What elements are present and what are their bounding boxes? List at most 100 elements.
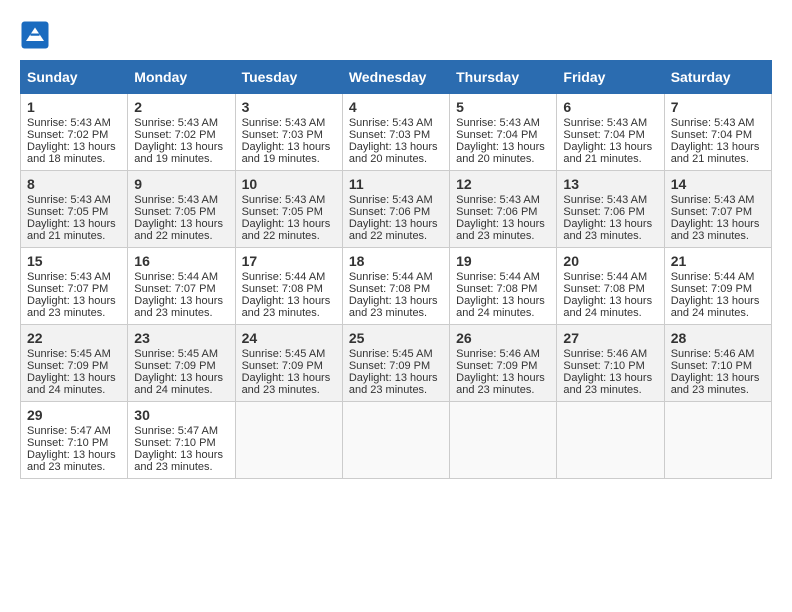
day-header-tuesday: Tuesday	[235, 61, 342, 94]
sunset-label: Sunset: 7:04 PM	[456, 129, 537, 141]
calendar-week-row: 15 Sunrise: 5:43 AM Sunset: 7:07 PM Dayl…	[21, 248, 772, 325]
daylight-label: Daylight: 13 hours and 22 minutes.	[134, 218, 223, 242]
day-header-sunday: Sunday	[21, 61, 128, 94]
sunrise-label: Sunrise: 5:44 AM	[671, 271, 755, 283]
sunrise-label: Sunrise: 5:45 AM	[134, 348, 218, 360]
calendar-cell: 8 Sunrise: 5:43 AM Sunset: 7:05 PM Dayli…	[21, 171, 128, 248]
day-number: 3	[242, 99, 336, 115]
sunset-label: Sunset: 7:07 PM	[134, 283, 215, 295]
daylight-label: Daylight: 13 hours and 24 minutes.	[563, 295, 652, 319]
calendar-cell: 6 Sunrise: 5:43 AM Sunset: 7:04 PM Dayli…	[557, 94, 664, 171]
sunset-label: Sunset: 7:02 PM	[134, 129, 215, 141]
calendar-cell: 5 Sunrise: 5:43 AM Sunset: 7:04 PM Dayli…	[450, 94, 557, 171]
sunrise-label: Sunrise: 5:43 AM	[134, 194, 218, 206]
daylight-label: Daylight: 13 hours and 21 minutes.	[27, 218, 116, 242]
sunset-label: Sunset: 7:09 PM	[671, 283, 752, 295]
day-number: 17	[242, 253, 336, 269]
sunset-label: Sunset: 7:10 PM	[563, 360, 644, 372]
calendar-cell: 22 Sunrise: 5:45 AM Sunset: 7:09 PM Dayl…	[21, 325, 128, 402]
sunrise-label: Sunrise: 5:43 AM	[242, 117, 326, 129]
calendar-week-row: 8 Sunrise: 5:43 AM Sunset: 7:05 PM Dayli…	[21, 171, 772, 248]
calendar-cell: 24 Sunrise: 5:45 AM Sunset: 7:09 PM Dayl…	[235, 325, 342, 402]
sunrise-label: Sunrise: 5:44 AM	[349, 271, 433, 283]
calendar-cell: 2 Sunrise: 5:43 AM Sunset: 7:02 PM Dayli…	[128, 94, 235, 171]
sunrise-label: Sunrise: 5:43 AM	[242, 194, 326, 206]
day-number: 1	[27, 99, 121, 115]
sunrise-label: Sunrise: 5:44 AM	[134, 271, 218, 283]
day-number: 4	[349, 99, 443, 115]
sunrise-label: Sunrise: 5:43 AM	[671, 194, 755, 206]
calendar-cell: 12 Sunrise: 5:43 AM Sunset: 7:06 PM Dayl…	[450, 171, 557, 248]
sunset-label: Sunset: 7:10 PM	[134, 437, 215, 449]
daylight-label: Daylight: 13 hours and 23 minutes.	[242, 372, 331, 396]
day-number: 14	[671, 176, 765, 192]
daylight-label: Daylight: 13 hours and 24 minutes.	[134, 372, 223, 396]
calendar-week-row: 29 Sunrise: 5:47 AM Sunset: 7:10 PM Dayl…	[21, 402, 772, 479]
calendar-cell: 16 Sunrise: 5:44 AM Sunset: 7:07 PM Dayl…	[128, 248, 235, 325]
calendar-body: 1 Sunrise: 5:43 AM Sunset: 7:02 PM Dayli…	[21, 94, 772, 479]
day-number: 16	[134, 253, 228, 269]
daylight-label: Daylight: 13 hours and 19 minutes.	[134, 141, 223, 165]
calendar-cell: 1 Sunrise: 5:43 AM Sunset: 7:02 PM Dayli…	[21, 94, 128, 171]
sunrise-label: Sunrise: 5:43 AM	[349, 117, 433, 129]
daylight-label: Daylight: 13 hours and 23 minutes.	[27, 295, 116, 319]
sunset-label: Sunset: 7:06 PM	[563, 206, 644, 218]
daylight-label: Daylight: 13 hours and 21 minutes.	[563, 141, 652, 165]
sunrise-label: Sunrise: 5:46 AM	[456, 348, 540, 360]
day-number: 25	[349, 330, 443, 346]
day-number: 21	[671, 253, 765, 269]
sunset-label: Sunset: 7:10 PM	[27, 437, 108, 449]
sunset-label: Sunset: 7:02 PM	[27, 129, 108, 141]
sunrise-label: Sunrise: 5:43 AM	[134, 117, 218, 129]
sunset-label: Sunset: 7:04 PM	[563, 129, 644, 141]
sunset-label: Sunset: 7:08 PM	[349, 283, 430, 295]
calendar-cell: 9 Sunrise: 5:43 AM Sunset: 7:05 PM Dayli…	[128, 171, 235, 248]
day-header-thursday: Thursday	[450, 61, 557, 94]
sunset-label: Sunset: 7:05 PM	[27, 206, 108, 218]
day-number: 19	[456, 253, 550, 269]
day-header-monday: Monday	[128, 61, 235, 94]
daylight-label: Daylight: 13 hours and 23 minutes.	[563, 218, 652, 242]
sunset-label: Sunset: 7:03 PM	[349, 129, 430, 141]
calendar-cell: 28 Sunrise: 5:46 AM Sunset: 7:10 PM Dayl…	[664, 325, 771, 402]
sunrise-label: Sunrise: 5:46 AM	[563, 348, 647, 360]
daylight-label: Daylight: 13 hours and 19 minutes.	[242, 141, 331, 165]
daylight-label: Daylight: 13 hours and 22 minutes.	[242, 218, 331, 242]
calendar-cell: 7 Sunrise: 5:43 AM Sunset: 7:04 PM Dayli…	[664, 94, 771, 171]
page-header	[20, 20, 772, 50]
calendar-cell	[235, 402, 342, 479]
calendar-table: SundayMondayTuesdayWednesdayThursdayFrid…	[20, 60, 772, 479]
sunset-label: Sunset: 7:05 PM	[242, 206, 323, 218]
daylight-label: Daylight: 13 hours and 18 minutes.	[27, 141, 116, 165]
day-number: 10	[242, 176, 336, 192]
calendar-cell: 18 Sunrise: 5:44 AM Sunset: 7:08 PM Dayl…	[342, 248, 449, 325]
calendar-cell: 23 Sunrise: 5:45 AM Sunset: 7:09 PM Dayl…	[128, 325, 235, 402]
daylight-label: Daylight: 13 hours and 23 minutes.	[671, 218, 760, 242]
day-number: 27	[563, 330, 657, 346]
day-number: 12	[456, 176, 550, 192]
sunrise-label: Sunrise: 5:43 AM	[456, 194, 540, 206]
daylight-label: Daylight: 13 hours and 23 minutes.	[671, 372, 760, 396]
sunset-label: Sunset: 7:09 PM	[134, 360, 215, 372]
calendar-header-row: SundayMondayTuesdayWednesdayThursdayFrid…	[21, 61, 772, 94]
sunrise-label: Sunrise: 5:44 AM	[456, 271, 540, 283]
day-header-friday: Friday	[557, 61, 664, 94]
daylight-label: Daylight: 13 hours and 23 minutes.	[456, 372, 545, 396]
calendar-week-row: 22 Sunrise: 5:45 AM Sunset: 7:09 PM Dayl…	[21, 325, 772, 402]
sunset-label: Sunset: 7:09 PM	[456, 360, 537, 372]
day-number: 2	[134, 99, 228, 115]
day-header-wednesday: Wednesday	[342, 61, 449, 94]
daylight-label: Daylight: 13 hours and 23 minutes.	[134, 449, 223, 473]
sunset-label: Sunset: 7:07 PM	[671, 206, 752, 218]
day-number: 20	[563, 253, 657, 269]
sunset-label: Sunset: 7:03 PM	[242, 129, 323, 141]
day-number: 24	[242, 330, 336, 346]
sunrise-label: Sunrise: 5:43 AM	[671, 117, 755, 129]
sunset-label: Sunset: 7:08 PM	[242, 283, 323, 295]
calendar-cell: 13 Sunrise: 5:43 AM Sunset: 7:06 PM Dayl…	[557, 171, 664, 248]
sunset-label: Sunset: 7:09 PM	[27, 360, 108, 372]
daylight-label: Daylight: 13 hours and 22 minutes.	[349, 218, 438, 242]
calendar-cell: 30 Sunrise: 5:47 AM Sunset: 7:10 PM Dayl…	[128, 402, 235, 479]
sunrise-label: Sunrise: 5:47 AM	[134, 425, 218, 437]
calendar-cell	[342, 402, 449, 479]
